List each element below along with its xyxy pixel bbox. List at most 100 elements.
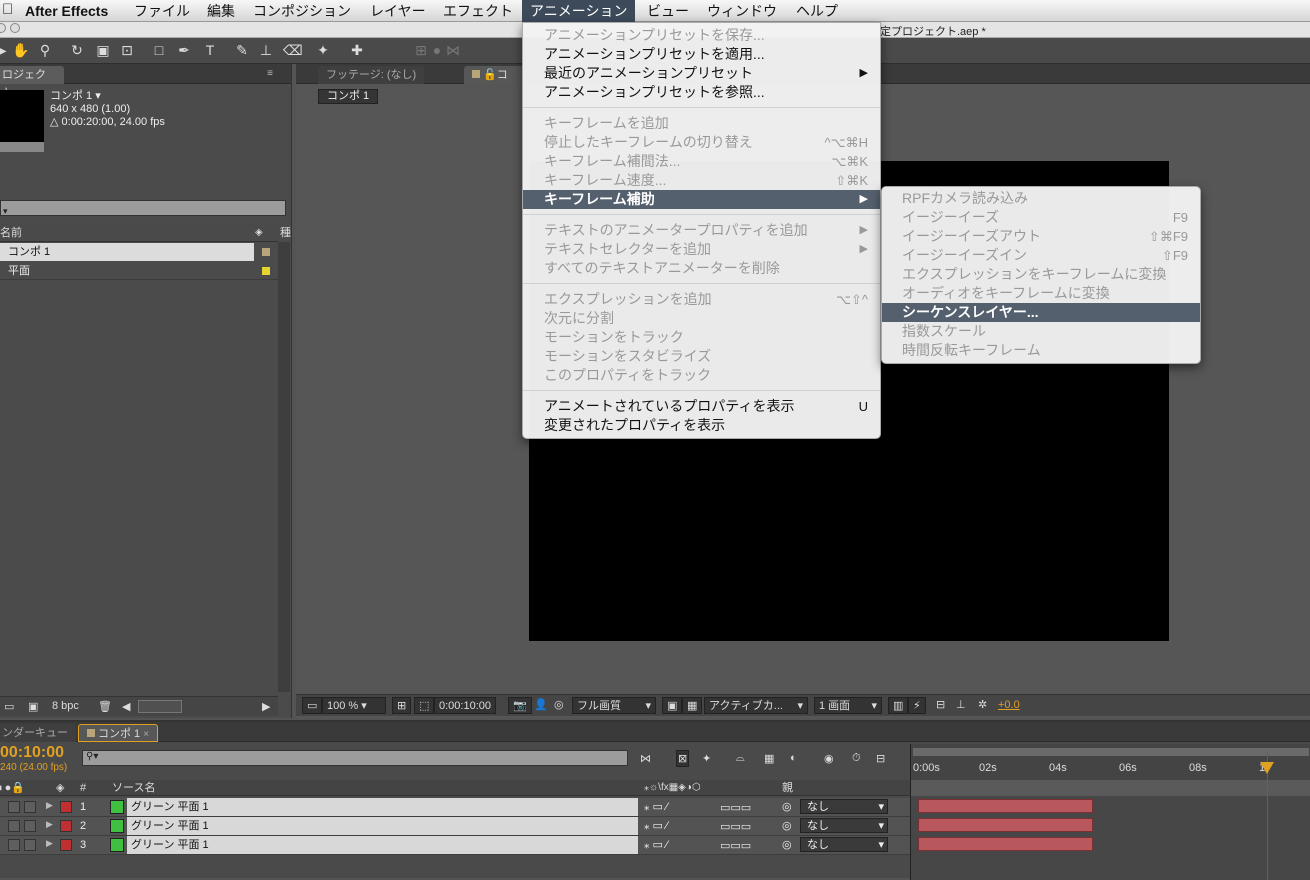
project-search-input[interactable]: ▾ bbox=[0, 200, 286, 216]
comp-info-name[interactable]: コンポ 1 ▾ bbox=[50, 90, 165, 103]
column-name[interactable]: 名前 bbox=[0, 227, 22, 239]
label-column-icon[interactable]: ◈ bbox=[56, 780, 64, 796]
layer-duration-bar[interactable] bbox=[918, 818, 1093, 832]
exposure-value[interactable]: +0.0 bbox=[994, 697, 1024, 714]
scroll-left-icon[interactable]: ◀ bbox=[122, 700, 130, 713]
menu-item-reveal-animated-properties[interactable]: アニメートされているプロパティを表示 U bbox=[523, 397, 880, 416]
eraser-tool-icon[interactable]: ⌫ bbox=[283, 41, 303, 59]
camera-tool-icon[interactable]: ▣ bbox=[94, 41, 112, 59]
layer-switches[interactable]: ⁎ ▭ ⁄ bbox=[644, 819, 668, 832]
timeline-search-input[interactable]: ⚲▾ bbox=[82, 750, 628, 766]
menu-item-track-property[interactable]: このプロパティをトラック bbox=[523, 366, 880, 385]
comp-navigator-button[interactable]: コンポ 1 bbox=[318, 89, 379, 104]
search-dropdown-icon[interactable]: ▾ bbox=[1, 206, 8, 216]
menu-item-stabilize-motion[interactable]: モーションをスタビライズ bbox=[523, 347, 880, 366]
project-scrollbar[interactable] bbox=[278, 242, 290, 692]
pickwhip-icon[interactable]: ◎ bbox=[782, 819, 792, 832]
layer-label-color[interactable] bbox=[60, 801, 72, 813]
panel-menu-icon[interactable]: ≡ bbox=[267, 68, 273, 79]
current-time-display[interactable]: 00:10:00 bbox=[0, 744, 64, 762]
pickwhip-icon[interactable]: ◎ bbox=[782, 838, 792, 851]
hide-shy-icon[interactable]: ⌓ bbox=[736, 752, 745, 765]
submenu-item-convert-audio[interactable]: オーディオをキーフレームに変換 bbox=[882, 284, 1200, 303]
menu-animation[interactable]: アニメーション bbox=[522, 0, 636, 22]
menu-item-keyframe-interpolation[interactable]: キーフレーム補間法... ⌥⌘K bbox=[523, 152, 880, 171]
pickwhip-icon[interactable]: ◎ bbox=[782, 800, 792, 813]
clone-stamp-tool-icon[interactable]: ⊥ bbox=[257, 41, 275, 59]
layer-row[interactable]: ▶ 3 グリーン 平面 1 ⁎ ▭ ⁄ ▭▭▭ ◎ なし ▾ bbox=[0, 836, 910, 855]
text-tool-icon[interactable]: T bbox=[201, 41, 219, 59]
submenu-item-convert-expression[interactable]: エクスプレッションをキーフレームに変換 bbox=[882, 265, 1200, 284]
label-color-yellow[interactable] bbox=[262, 267, 270, 275]
zoom-tool-icon[interactable]: ⚲ bbox=[36, 41, 54, 59]
menu-item-apply-preset[interactable]: アニメーションプリセットを適用... bbox=[523, 45, 880, 64]
solo-switch[interactable] bbox=[24, 839, 36, 851]
menu-layer[interactable]: レイヤー bbox=[362, 0, 434, 22]
tab-timeline-comp[interactable]: コンポ 1 × bbox=[78, 724, 159, 742]
menu-effect[interactable]: エフェクト bbox=[435, 0, 521, 22]
av-features-icon[interactable]: ◐●🔒 bbox=[0, 780, 25, 796]
reset-exposure-icon[interactable]: ✲ bbox=[974, 697, 991, 714]
horizontal-scrollbar[interactable] bbox=[138, 700, 182, 713]
menu-item-save-preset[interactable]: アニメーションプリセットを保存... bbox=[523, 26, 880, 45]
layer-name[interactable]: グリーン 平面 1 bbox=[127, 836, 638, 854]
column-source-name[interactable]: ソース名 bbox=[112, 780, 155, 796]
scroll-right-icon[interactable]: ▶ bbox=[262, 700, 270, 713]
parent-dropdown[interactable]: なし ▾ bbox=[800, 837, 888, 852]
menu-item-add-expression[interactable]: エクスプレッションを追加 ⌥⇧^ bbox=[523, 290, 880, 309]
column-parent[interactable]: 親 bbox=[782, 780, 793, 796]
comp-mini-flowchart-icon[interactable]: ⋈ bbox=[640, 752, 651, 765]
column-layer-number[interactable]: # bbox=[80, 780, 86, 796]
menu-item-toggle-hold-keyframe[interactable]: 停止したキーフレームの切り替え ^⌥⌘H bbox=[523, 133, 880, 152]
tab-composition[interactable]: 🔓コ bbox=[464, 66, 524, 84]
video-switch[interactable] bbox=[8, 839, 20, 851]
rotate-tool-icon[interactable]: ↻ bbox=[68, 41, 86, 59]
trash-icon[interactable]: 🗑 bbox=[98, 700, 112, 713]
layer-modes[interactable]: ▭▭▭ bbox=[720, 820, 751, 833]
menu-item-keyframe-assistant[interactable]: キーフレーム補助 ▶ bbox=[523, 190, 880, 209]
live-update-icon[interactable]: ⊠ bbox=[676, 750, 690, 767]
pan-behind-tool-icon[interactable]: ⊡ bbox=[118, 41, 136, 59]
puppet-pin-tool-icon[interactable]: ✚ bbox=[348, 41, 366, 59]
fast-previews-icon[interactable]: ⚡ bbox=[908, 697, 926, 714]
tab-project[interactable]: ロジェクト × bbox=[0, 66, 64, 99]
transparency-grid-icon[interactable]: ▦ bbox=[682, 697, 703, 714]
tab-footage[interactable]: フッテージ: (なし) bbox=[318, 66, 425, 84]
menu-file[interactable]: ファイル bbox=[126, 0, 198, 22]
layer-name[interactable]: グリーン 平面 1 bbox=[127, 817, 638, 835]
view-layout-dropdown[interactable]: 1 画面 ▾ bbox=[814, 697, 882, 714]
close-tab-icon[interactable]: × bbox=[143, 729, 149, 740]
project-item-comp[interactable]: コンポ 1 bbox=[0, 243, 254, 261]
menu-item-add-keyframe[interactable]: キーフレームを追加 bbox=[523, 114, 880, 133]
submenu-item-sequence-layers[interactable]: シーケンスレイヤー... bbox=[882, 303, 1200, 322]
submenu-item-easy-ease[interactable]: イージーイーズ F9 bbox=[882, 208, 1200, 227]
layer-row[interactable]: ▶ 1 グリーン 平面 1 ⁎ ▭ ⁄ ▭▭▭ ◎ なし ▾ bbox=[0, 798, 910, 817]
menu-composition[interactable]: コンポジション bbox=[245, 0, 359, 22]
parent-dropdown[interactable]: なし ▾ bbox=[800, 799, 888, 814]
bit-depth-button[interactable]: 8 bpc bbox=[52, 700, 79, 712]
hand-tool-icon[interactable]: ✋ bbox=[12, 41, 30, 59]
menu-window[interactable]: ウィンドウ bbox=[699, 0, 785, 22]
menu-item-browse-presets[interactable]: アニメーションプリセットを参照... bbox=[523, 83, 880, 102]
new-comp-icon[interactable]: ▣ bbox=[28, 700, 38, 713]
menu-view[interactable]: ビュー bbox=[639, 0, 697, 22]
channel-icon[interactable]: ◎ bbox=[550, 697, 568, 714]
menu-item-add-text-selector[interactable]: テキストセレクターを追加 ▶ bbox=[523, 240, 880, 259]
solo-switch[interactable] bbox=[24, 801, 36, 813]
menu-item-add-text-animator[interactable]: テキストのアニメータープロパティを追加 ▶ bbox=[523, 221, 880, 240]
rectangle-tool-icon[interactable]: □ bbox=[150, 41, 168, 59]
tab-render-queue[interactable]: ンダーキュー bbox=[0, 724, 76, 742]
flowchart-icon[interactable]: ⊥ bbox=[952, 697, 970, 714]
submenu-item-time-reverse-keyframes[interactable]: 時間反転キーフレーム bbox=[882, 341, 1200, 360]
layer-switches[interactable]: ⁎ ▭ ⁄ bbox=[644, 800, 668, 813]
column-type[interactable]: 種 bbox=[280, 224, 291, 242]
time-navigator[interactable] bbox=[910, 780, 1310, 796]
layer-name[interactable]: グリーン 平面 1 bbox=[127, 798, 638, 816]
menu-item-recent-presets[interactable]: 最近のアニメーションプリセット ▶ bbox=[523, 64, 880, 83]
layer-duration-bar[interactable] bbox=[918, 799, 1093, 813]
roto-brush-tool-icon[interactable]: ✦ bbox=[314, 41, 332, 59]
motion-blur-icon[interactable]: ◐ bbox=[790, 752, 797, 764]
minimize-window-icon[interactable] bbox=[10, 23, 20, 33]
expand-triangle-icon[interactable]: ▶ bbox=[46, 800, 53, 811]
project-item-solids-folder[interactable]: 平面 bbox=[0, 262, 278, 280]
